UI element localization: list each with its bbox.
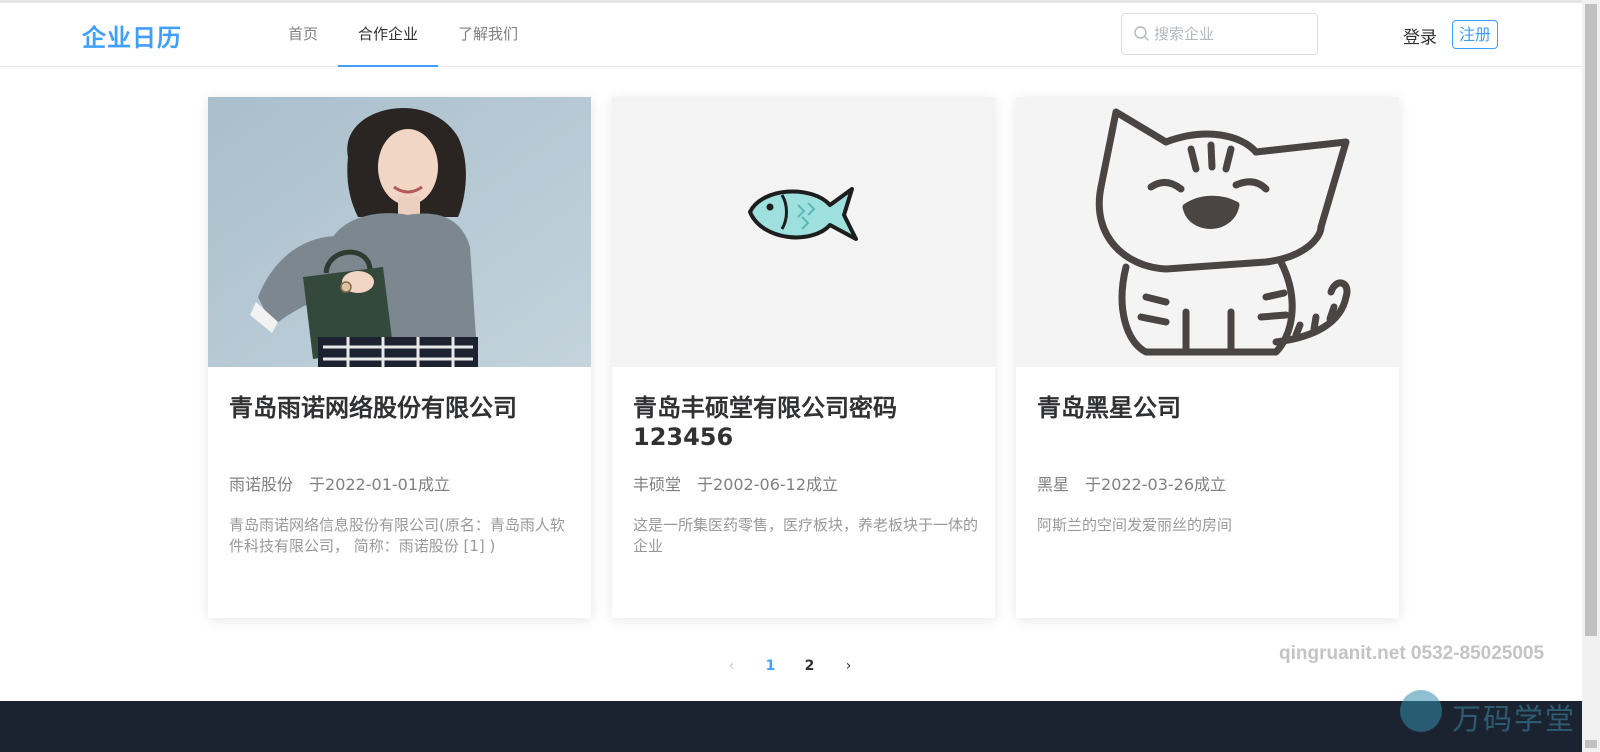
company-title[interactable]: 青岛丰硕堂有限公司密码123456 bbox=[633, 394, 978, 452]
scrollbar-thumb[interactable] bbox=[1585, 4, 1597, 636]
company-founded: 于2022-01-01成立 bbox=[309, 475, 451, 494]
company-image bbox=[208, 97, 591, 367]
top-navbar: 企业日历 首页 合作企业 了解我们 登录 注册 bbox=[0, 3, 1582, 67]
footer bbox=[0, 701, 1582, 752]
company-title[interactable]: 青岛黑星公司 bbox=[1037, 394, 1382, 423]
woman-with-handbag-photo bbox=[208, 97, 591, 367]
site-logo[interactable]: 企业日历 bbox=[82, 18, 182, 53]
vertical-scrollbar[interactable] bbox=[1582, 0, 1600, 752]
company-card[interactable]: 青岛雨诺网络股份有限公司 雨诺股份 于2022-01-01成立 青岛雨诺网络信息股… bbox=[208, 97, 591, 618]
nav-home[interactable]: 首页 bbox=[268, 3, 338, 67]
company-short-name: 雨诺股份 bbox=[229, 475, 294, 494]
company-description: 这是一所集医药零售，医疗板块，养老板块于一体的企业 bbox=[633, 516, 979, 555]
search-input[interactable] bbox=[1154, 14, 1312, 54]
company-founded: 于2022-03-26成立 bbox=[1085, 475, 1227, 494]
page-2-button[interactable]: 2 bbox=[790, 658, 829, 674]
company-card[interactable]: 青岛丰硕堂有限公司密码123456 丰硕堂 于2002-06-12成立 这是一所集… bbox=[612, 97, 995, 618]
company-short-name: 黑星 bbox=[1037, 475, 1070, 494]
company-short-name: 丰硕堂 bbox=[633, 475, 682, 494]
company-founded: 于2002-06-12成立 bbox=[697, 475, 839, 494]
next-page-button[interactable]: › bbox=[829, 658, 868, 674]
company-title[interactable]: 青岛雨诺网络股份有限公司 bbox=[229, 394, 574, 423]
company-image bbox=[1016, 97, 1399, 367]
login-link[interactable]: 登录 bbox=[1403, 23, 1437, 48]
watermark-logo-icon bbox=[1400, 690, 1442, 732]
company-description: 青岛雨诺网络信息股份有限公司(原名：青岛雨人软件科技有限公司， 简称：雨诺股份 … bbox=[229, 516, 565, 555]
fish-drawing bbox=[612, 97, 995, 367]
search-icon bbox=[1134, 26, 1149, 41]
watermark-brand: 万码学堂 bbox=[1452, 702, 1577, 736]
main-nav: 首页 合作企业 了解我们 bbox=[268, 3, 538, 67]
page-1-button[interactable]: 1 bbox=[751, 658, 790, 674]
nav-partner-companies[interactable]: 合作企业 bbox=[338, 3, 439, 67]
company-meta: 丰硕堂 于2002-06-12成立 bbox=[633, 471, 838, 495]
prev-page-button[interactable]: ‹ bbox=[712, 658, 751, 674]
watermark-text: qingruanit.net 0532-85025005 bbox=[1279, 643, 1545, 664]
company-meta: 雨诺股份 于2022-01-01成立 bbox=[229, 471, 450, 495]
nav-about-us[interactable]: 了解我们 bbox=[438, 3, 538, 67]
register-button[interactable]: 注册 bbox=[1452, 20, 1498, 49]
pagination: ‹ 1 2 › bbox=[712, 654, 868, 678]
company-image bbox=[612, 97, 995, 367]
company-search-box bbox=[1121, 13, 1318, 55]
cat-drawing bbox=[1016, 97, 1399, 367]
company-card[interactable]: 青岛黑星公司 黑星 于2022-03-26成立 阿斯兰的空间发爱丽丝的房间 bbox=[1016, 97, 1399, 618]
company-description: 阿斯兰的空间发爱丽丝的房间 bbox=[1037, 516, 1233, 534]
company-meta: 黑星 于2022-03-26成立 bbox=[1037, 471, 1226, 495]
scrollbar-down-arrow[interactable] bbox=[1585, 740, 1597, 748]
